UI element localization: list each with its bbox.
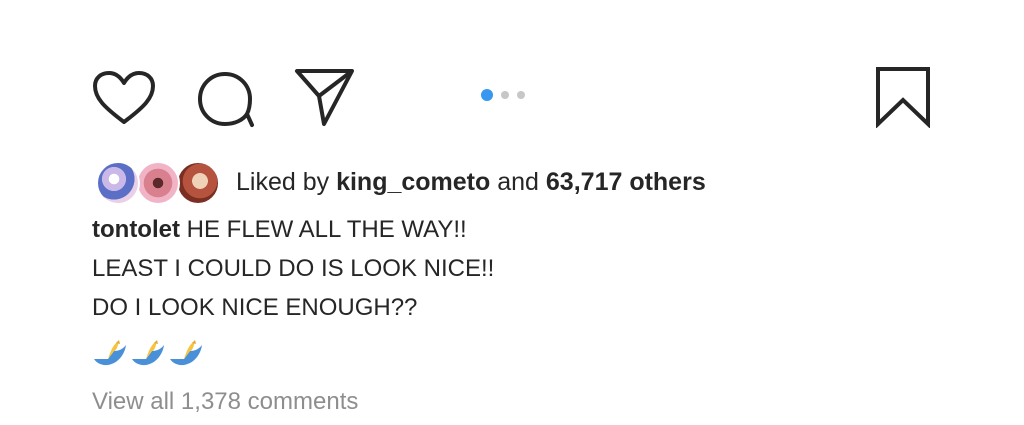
heart-icon[interactable] (92, 70, 156, 126)
avatar[interactable] (96, 161, 140, 205)
view-all-comments-link[interactable]: View all 1,378 comments (92, 388, 358, 416)
comment-icon[interactable] (195, 70, 255, 128)
avatar[interactable] (136, 161, 180, 205)
praying-hands-emoji (92, 339, 128, 374)
bookmark-icon[interactable] (872, 66, 934, 128)
liker-avatars[interactable] (96, 160, 226, 205)
post-action-bar (0, 0, 1024, 150)
carousel-dot (517, 91, 525, 99)
avatar[interactable] (176, 161, 220, 205)
carousel-dot (501, 91, 509, 99)
praying-hands-emoji (168, 339, 204, 374)
likes-joiner: and (497, 167, 539, 196)
liker-username[interactable]: king_cometo (336, 168, 490, 196)
post-caption: tontolet HE FLEW ALL THE WAY!! LEAST I C… (92, 210, 932, 327)
caption-line: tontolet HE FLEW ALL THE WAY!! (92, 210, 932, 249)
likes-count[interactable]: 63,717 others (546, 168, 706, 196)
caption-line: DO I LOOK NICE ENOUGH?? (92, 294, 418, 321)
caption-username[interactable]: tontolet (92, 216, 180, 243)
carousel-dot-active (481, 89, 493, 101)
likes-text: Liked by king_cometo and 63,717 others (236, 168, 706, 197)
caption-line: LEAST I COULD DO IS LOOK NICE!! (92, 255, 495, 282)
caption-emoji-row (92, 339, 204, 374)
likes-prefix: Liked by (236, 167, 330, 196)
carousel-indicator (481, 89, 525, 101)
caption-text: HE FLEW ALL THE WAY!! (186, 216, 467, 243)
likes-summary: Liked by king_cometo and 63,717 others (96, 160, 706, 205)
praying-hands-emoji (130, 339, 166, 374)
share-icon[interactable] (294, 66, 356, 128)
